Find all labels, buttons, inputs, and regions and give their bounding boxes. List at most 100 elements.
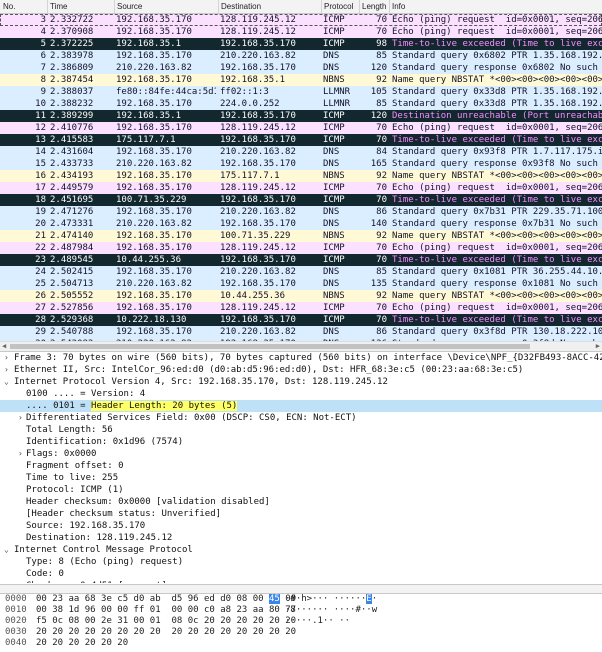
packet-protocol: ICMP xyxy=(323,255,345,265)
detail-tree-item[interactable]: Identification: 0x1d96 (7574) xyxy=(0,436,602,448)
packet-row[interactable]: 24 2.502415 192.168.35.170 210.220.163.82 DN… xyxy=(0,266,602,278)
packet-list-hscrollbar[interactable]: ◀ ▶ xyxy=(0,341,602,352)
packet-info: Standard query 0x1081 PTR 36.255.44.10.i… xyxy=(392,267,602,277)
packet-time: 2.387454 xyxy=(50,75,94,85)
packet-row[interactable]: 29 2.540788 192.168.35.170 210.220.163.82 DN… xyxy=(0,326,602,338)
packet-time: 2.386809 xyxy=(50,63,94,73)
detail-tree-item[interactable]: [Header checksum status: Unverified] xyxy=(0,508,602,520)
packet-source: 192.168.35.170 xyxy=(116,243,192,253)
detail-tree-item[interactable]: Source: 192.168.35.170 xyxy=(0,520,602,532)
packet-protocol: ICMP xyxy=(323,195,345,205)
col-divider[interactable] xyxy=(47,0,48,13)
expand-icon[interactable]: › xyxy=(4,364,9,376)
detail-tree-item[interactable]: Type: 8 (Echo (ping) request) xyxy=(0,556,602,568)
packet-row[interactable]: 23 2.489545 10.44.255.36 192.168.35.170 ICMP… xyxy=(0,254,602,266)
packet-row[interactable]: 27 2.527856 192.168.35.170 128.119.245.12 IC… xyxy=(0,302,602,314)
packet-time: 2.332722 xyxy=(50,15,94,25)
packet-row[interactable]: 12 2.410776 192.168.35.170 128.119.245.12 IC… xyxy=(0,122,602,134)
detail-tree-item[interactable]: › Frame 3: 70 bytes on wire (560 bits), 7… xyxy=(0,352,602,364)
scroll-right-icon[interactable]: ▶ xyxy=(596,342,600,350)
packet-destination: 192.168.35.170 xyxy=(220,135,296,145)
packet-source: 192.168.35.170 xyxy=(116,27,192,37)
packet-destination: 210.220.163.82 xyxy=(220,51,296,61)
packet-info: Time-to-live exceeded (Time to live exce… xyxy=(392,195,602,205)
col-header-info[interactable]: Info xyxy=(392,2,405,11)
col-header-length[interactable]: Length xyxy=(362,2,386,11)
packet-row[interactable]: 3 2.332722 192.168.35.170 128.119.245.12 ICM… xyxy=(0,14,602,26)
packet-row[interactable]: 16 2.434193 192.168.35.170 175.117.7.1 NBNS 9… xyxy=(0,170,602,182)
packet-row[interactable]: 17 2.449579 192.168.35.170 128.119.245.12 IC… xyxy=(0,182,602,194)
detail-tree-item[interactable]: › Flags: 0x0000 xyxy=(0,448,602,460)
col-divider[interactable] xyxy=(218,0,219,13)
bytes-row[interactable]: 0040 20 20 20 20 20 20 xyxy=(0,638,602,649)
bytes-row[interactable]: 0000 00 23 aa 68 3e c5 d0 ab d5 96 ed d0 … xyxy=(0,594,602,605)
packet-row[interactable]: 7 2.386809 210.220.163.82 192.168.35.170 DNS… xyxy=(0,62,602,74)
packet-row[interactable]: 13 2.415583 175.117.7.1 192.168.35.170 ICMP 7… xyxy=(0,134,602,146)
col-header-time[interactable]: Time xyxy=(50,2,67,11)
expand-icon[interactable]: › xyxy=(18,448,23,460)
packet-row[interactable]: 5 2.372225 192.168.35.1 192.168.35.170 ICMP 9… xyxy=(0,38,602,50)
packet-info: Name query NBSTAT *<00><00><00><00><00><… xyxy=(392,291,602,301)
col-header-destination[interactable]: Destination xyxy=(221,2,261,11)
scrollbar-thumb[interactable] xyxy=(10,344,530,349)
detail-tree-item[interactable]: ⌄ Internet Protocol Version 4, Src: 192.1… xyxy=(0,376,602,388)
packet-row[interactable]: 19 2.471276 192.168.35.170 210.220.163.82 DN… xyxy=(0,206,602,218)
col-header-source[interactable]: Source xyxy=(117,2,142,11)
bytes-row[interactable]: 0020 f5 0c 08 00 2e 31 00 01 08 0c 20 20 … xyxy=(0,616,602,627)
detail-tree-item[interactable]: Header checksum: 0x0000 [validation disa… xyxy=(0,496,602,508)
collapse-icon[interactable]: ⌄ xyxy=(4,544,9,556)
detail-tree-item[interactable]: › Differentiated Services Field: 0x00 (DS… xyxy=(0,412,602,424)
detail-tree-item[interactable]: Total Length: 56 xyxy=(0,424,602,436)
packet-number: 5 xyxy=(40,39,46,49)
packet-row[interactable]: 21 2.474140 192.168.35.170 100.71.35.229 NBN… xyxy=(0,230,602,242)
packet-row[interactable]: 8 2.387454 192.168.35.170 192.168.35.1 NBNS 9… xyxy=(0,74,602,86)
packet-row[interactable]: 25 2.504713 210.220.163.82 192.168.35.170 DN… xyxy=(0,278,602,290)
detail-tree-item[interactable]: Fragment offset: 0 xyxy=(0,460,602,472)
packet-info: Time-to-live exceeded (Time to live exce… xyxy=(392,315,602,325)
col-header-protocol[interactable]: Protocol xyxy=(324,2,353,11)
packet-length: 105 xyxy=(370,87,387,97)
packet-row[interactable]: 22 2.487984 192.168.35.170 128.119.245.12 IC… xyxy=(0,242,602,254)
packet-row[interactable]: 26 2.505552 192.168.35.170 10.44.255.36 NBNS… xyxy=(0,290,602,302)
bytes-row[interactable]: 0010 00 38 1d 96 00 00 ff 01 00 00 c0 a8 … xyxy=(0,605,602,616)
packet-row[interactable]: 6 2.383978 192.168.35.170 210.220.163.82 DNS… xyxy=(0,50,602,62)
expand-icon[interactable]: › xyxy=(18,412,23,424)
packet-row[interactable]: 9 2.388037 fe80::84fe:44ca:5d1… ff02::1:3 LL… xyxy=(0,86,602,98)
col-divider[interactable] xyxy=(114,0,115,13)
packet-row[interactable]: 11 2.389299 192.168.35.1 192.168.35.170 ICMP… xyxy=(0,110,602,122)
detail-tree-item[interactable]: 0100 .... = Version: 4 xyxy=(0,388,602,400)
packet-row[interactable]: 4 2.370908 192.168.35.170 128.119.245.12 ICM… xyxy=(0,26,602,38)
packet-row[interactable]: 28 2.529368 10.222.18.130 192.168.35.170 ICM… xyxy=(0,314,602,326)
packet-time: 2.434193 xyxy=(50,171,94,181)
packet-row[interactable]: 14 2.431604 192.168.35.170 210.220.163.82 DN… xyxy=(0,146,602,158)
packet-time: 2.370908 xyxy=(50,27,94,37)
col-divider[interactable] xyxy=(359,0,360,13)
collapse-icon[interactable]: ⌄ xyxy=(4,376,9,388)
detail-tree-item[interactable]: Time to live: 255 xyxy=(0,472,602,484)
col-divider[interactable] xyxy=(389,0,390,13)
bytes-row[interactable]: 0030 20 20 20 20 20 20 20 20 20 20 20 20 … xyxy=(0,627,602,638)
col-header-no[interactable]: No. xyxy=(3,2,15,11)
col-divider[interactable] xyxy=(321,0,322,13)
detail-tree-item[interactable]: Protocol: ICMP (1) xyxy=(0,484,602,496)
packet-length: 135 xyxy=(370,279,387,289)
packet-row[interactable]: 10 2.388232 192.168.35.170 224.0.0.252 LLMNR… xyxy=(0,98,602,110)
scroll-left-icon[interactable]: ◀ xyxy=(2,342,6,350)
packet-time: 2.505552 xyxy=(50,291,94,301)
detail-tree-item[interactable]: Checksum: 0x4d51 [correct] xyxy=(0,580,602,583)
pane-splitter[interactable] xyxy=(0,584,602,594)
detail-tree-item[interactable]: › Ethernet II, Src: IntelCor_96:ed:d0 (d0… xyxy=(0,364,602,376)
detail-tree-item[interactable]: ⌄ Internet Control Message Protocol xyxy=(0,544,602,556)
packet-protocol: ICMP xyxy=(323,243,345,253)
packet-row[interactable]: 18 2.451695 100.71.35.229 192.168.35.170 ICM… xyxy=(0,194,602,206)
packet-length: 70 xyxy=(376,183,387,193)
ascii-bytes: ·····.1·· ·· xyxy=(285,616,383,626)
expand-icon[interactable]: › xyxy=(4,352,9,364)
packet-row[interactable]: 20 2.473331 210.220.163.82 192.168.35.170 DN… xyxy=(0,218,602,230)
detail-tree-item[interactable]: Code: 0 xyxy=(0,568,602,580)
detail-tree-item[interactable]: .... 0101 = Header Length: 20 bytes (5) xyxy=(0,400,602,412)
detail-tree-item[interactable]: Destination: 128.119.245.12 xyxy=(0,532,602,544)
packet-source: 175.117.7.1 xyxy=(116,135,176,145)
packet-row[interactable]: 15 2.433733 210.220.163.82 192.168.35.170 DN… xyxy=(0,158,602,170)
packet-number: 7 xyxy=(40,63,46,73)
